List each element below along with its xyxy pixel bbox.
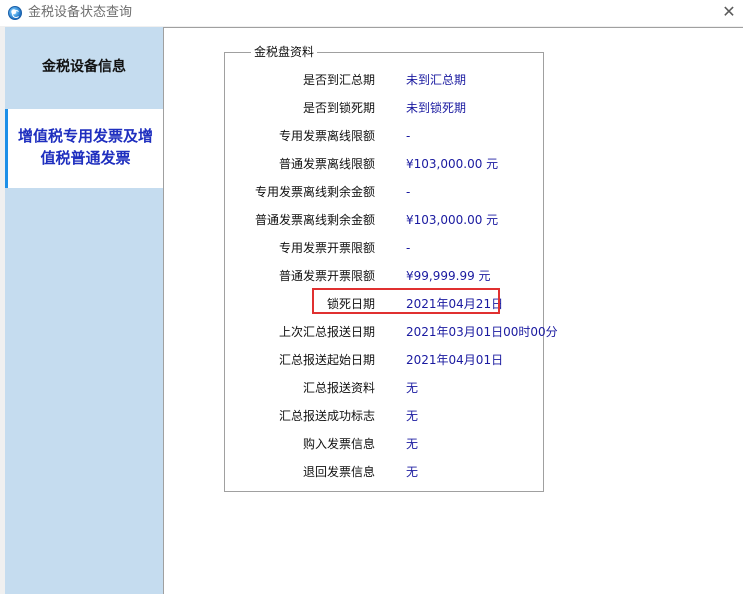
label-summary-period: 是否到汇总期 xyxy=(302,73,375,87)
label-summary-start-date: 汇总报送起始日期 xyxy=(278,353,375,367)
label-lock-period: 是否到锁死期 xyxy=(302,101,375,115)
value-normal-offline-limit: ¥103,000.00 元 xyxy=(406,157,499,171)
close-button[interactable]: ✕ xyxy=(716,0,742,26)
label-normal-offline-limit: 普通发票离线限额 xyxy=(278,157,375,171)
title-bar: 金税设备状态查询 ✕ xyxy=(0,0,743,26)
value-summary-start-date: 2021年04月01日 xyxy=(406,353,504,367)
label-normal-offline-remaining: 普通发票离线剩余金额 xyxy=(254,213,375,227)
label-purchased-invoice-info: 购入发票信息 xyxy=(302,437,375,451)
window-title: 金税设备状态查询 xyxy=(28,5,133,20)
value-normal-offline-remaining: ¥103,000.00 元 xyxy=(406,213,499,227)
lock-date-highlight xyxy=(312,288,500,314)
divider xyxy=(163,27,164,594)
value-last-summary-date: 2021年03月01日00时00分 xyxy=(406,325,558,339)
value-summary-period: 未到汇总期 xyxy=(406,73,467,87)
sidebar-item-vat-invoices[interactable]: 增值税专用发票及增值税普通发票 xyxy=(5,109,163,188)
value-special-issue-limit: - xyxy=(406,241,411,255)
value-returned-invoice-info: 无 xyxy=(406,465,419,479)
status-query-window: 金税设备状态查询 ✕ 金税设备信息 增值税专用发票及增值税普通发票 金税盘资料 … xyxy=(0,0,743,594)
label-special-offline-remaining: 专用发票离线剩余金额 xyxy=(254,185,375,199)
label-special-issue-limit: 专用发票开票限额 xyxy=(278,241,375,255)
sidebar: 金税设备信息 增值税专用发票及增值税普通发票 xyxy=(5,27,163,594)
sidebar-item-device-info[interactable]: 金税设备信息 xyxy=(5,27,163,107)
label-summary-success-flag: 汇总报送成功标志 xyxy=(278,409,375,423)
value-special-offline-remaining: - xyxy=(406,185,411,199)
value-purchased-invoice-info: 无 xyxy=(406,437,419,451)
app-logo-icon xyxy=(8,6,22,20)
label-last-summary-date: 上次汇总报送日期 xyxy=(278,325,375,339)
value-summary-success-flag: 无 xyxy=(406,409,419,423)
value-lock-period: 未到锁死期 xyxy=(406,101,467,115)
value-summary-data: 无 xyxy=(406,381,419,395)
label-returned-invoice-info: 退回发票信息 xyxy=(302,465,375,479)
label-special-offline-limit: 专用发票离线限额 xyxy=(278,129,375,143)
divider xyxy=(163,27,743,28)
value-special-offline-limit: - xyxy=(406,129,411,143)
label-normal-issue-limit: 普通发票开票限额 xyxy=(278,269,375,283)
group-title: 金税盘资料 xyxy=(251,44,318,60)
label-summary-data: 汇总报送资料 xyxy=(302,381,375,395)
value-normal-issue-limit: ¥99,999.99 元 xyxy=(406,269,491,283)
